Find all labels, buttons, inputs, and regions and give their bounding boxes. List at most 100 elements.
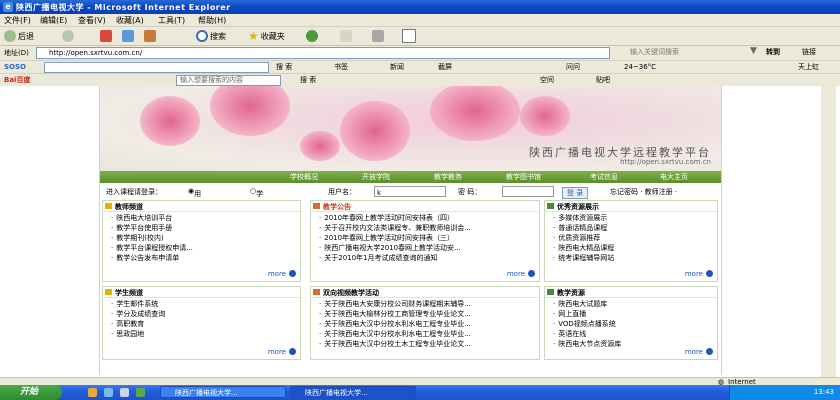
list-item[interactable]: 关于陕西电大安康分校公司财务课程期末辅导...: [319, 299, 471, 309]
list-item[interactable]: 关于召开校内文法类课程专、兼职教师培训会...: [319, 223, 471, 233]
favorites-button[interactable]: ★ 收藏夹: [248, 29, 285, 43]
search-dropdown-icon[interactable]: ▼: [750, 47, 757, 56]
more-link[interactable]: more: [685, 348, 703, 356]
list-item[interactable]: 网上直播: [553, 309, 621, 319]
login-links[interactable]: 忘记密码 · 教师注册 ·: [610, 187, 677, 197]
quicklaunch-ie-icon[interactable]: [104, 388, 113, 397]
list-item[interactable]: 教学平台使用手册: [111, 223, 193, 233]
list-item[interactable]: 优质资源推荐: [553, 233, 614, 243]
taskbar-window-2[interactable]: 陕西广播电视大学...: [290, 386, 416, 398]
home-button[interactable]: [144, 29, 156, 43]
login-option-username[interactable]: ◉用户名登录: [188, 187, 201, 238]
taskbar-window-1[interactable]: 陕西广播电视大学...: [160, 386, 286, 398]
ie-icon: e: [3, 2, 13, 12]
vertical-scrollbar[interactable]: [821, 86, 836, 377]
address-url: http://open.sxrtvu.com.cn/: [49, 49, 143, 57]
address-input[interactable]: http://open.sxrtvu.com.cn/: [36, 47, 610, 59]
more-link[interactable]: more: [268, 348, 286, 356]
back-button[interactable]: 后退: [4, 29, 34, 43]
search-icon: [196, 30, 208, 42]
nav-school[interactable]: 学校概况: [290, 172, 318, 182]
list-item[interactable]: 关于陕西电大榆林分校工商管理专业毕业论文...: [319, 309, 471, 319]
nav-library[interactable]: 教学图书馆: [506, 172, 541, 182]
list-item[interactable]: VOD视频点播系统: [553, 319, 621, 329]
list-item[interactable]: 教学期刊(校内): [111, 233, 193, 243]
list-item[interactable]: 普通话精品课程: [553, 223, 614, 233]
resource-icon: [547, 289, 554, 295]
go-button[interactable]: 转到: [766, 47, 780, 57]
nav-open-college[interactable]: 开放学院: [362, 172, 390, 182]
links-button[interactable]: 链接: [802, 47, 816, 57]
notice-icon: [313, 203, 320, 209]
quicklaunch-media-icon[interactable]: [136, 388, 145, 397]
start-button[interactable]: 开始: [0, 385, 62, 400]
forward-button[interactable]: [62, 29, 74, 43]
stop-button[interactable]: [100, 29, 112, 43]
folder-icon: [105, 203, 112, 209]
menu-view[interactable]: 查看(V): [78, 15, 106, 26]
menu-file[interactable]: 文件(F): [4, 15, 31, 26]
forward-arrow-icon: [62, 30, 74, 42]
baidu-space[interactable]: 空间: [540, 75, 554, 85]
username-label: 用户名：: [328, 188, 356, 196]
username-input[interactable]: k: [374, 186, 446, 197]
list-item[interactable]: 关于陕西电大汉中分校土木工程专业毕业论文...: [319, 339, 471, 349]
menu-tools[interactable]: 工具(T): [158, 15, 185, 26]
print-button[interactable]: [372, 29, 384, 43]
baidu-search-button[interactable]: 搜 索: [300, 75, 316, 85]
menu-favorites[interactable]: 收藏(A): [116, 15, 144, 26]
soso-news[interactable]: 新闻: [390, 62, 404, 72]
list-item[interactable]: 2010年春网上教学活动时间安排表（四）: [319, 213, 471, 223]
nav-rtvu-home[interactable]: 电大主页: [660, 172, 688, 182]
address-bar: 地址(D) http://open.sxrtvu.com.cn/ 输入关键词搜索…: [0, 46, 840, 59]
list-item[interactable]: 陕西广播电视大学2010春网上教学活动安...: [319, 243, 471, 253]
list-item[interactable]: 高职教育: [111, 319, 165, 329]
refresh-button[interactable]: [122, 29, 134, 43]
list-item[interactable]: 英语在线: [553, 329, 621, 339]
soso-rainbow[interactable]: 天上虹: [798, 62, 819, 72]
menu-help[interactable]: 帮助(H): [198, 15, 226, 26]
password-input[interactable]: [502, 186, 554, 197]
address-search-placeholder[interactable]: 输入关键词搜索: [630, 47, 679, 57]
media-icon: [306, 30, 318, 42]
login-option-studentid[interactable]: ○学号登录: [250, 187, 263, 228]
mail-button[interactable]: [340, 29, 352, 43]
list-item[interactable]: 统考课程辅导网站: [553, 253, 614, 263]
edit-button[interactable]: [402, 29, 416, 43]
nav-teaching[interactable]: 教学教务: [434, 172, 462, 182]
list-item[interactable]: 陕西电大培训平台: [111, 213, 193, 223]
show-desktop-icon[interactable]: [120, 388, 129, 397]
more-link[interactable]: more: [268, 270, 286, 278]
list-item[interactable]: 学生邮件系统: [111, 299, 165, 309]
list-item[interactable]: 关于2010年1月考试成绩查询的通知: [319, 253, 471, 263]
menu-edit[interactable]: 编辑(E): [40, 15, 67, 26]
more-link[interactable]: more: [507, 270, 525, 278]
login-button[interactable]: 登 录: [562, 187, 589, 199]
search-button[interactable]: 搜索: [196, 29, 226, 43]
more-link[interactable]: more: [685, 270, 703, 278]
soso-ask[interactable]: 问问: [566, 62, 580, 72]
list-item[interactable]: 关于陕西电大汉中分校水利水电工程专业毕业...: [319, 329, 471, 339]
list-item[interactable]: 陕西电大节点资源库: [553, 339, 621, 349]
soso-search-button[interactable]: 搜 索: [276, 62, 292, 72]
list-item[interactable]: 学分及成绩查询: [111, 309, 165, 319]
list-item[interactable]: 多媒体资源展示: [553, 213, 614, 223]
quicklaunch-icon[interactable]: [88, 388, 97, 397]
list-item[interactable]: 关于陕西电大汉中分校水利水电工程专业毕业...: [319, 319, 471, 329]
list-item[interactable]: 陕西电大试题库: [553, 299, 621, 309]
printer-icon: [372, 30, 384, 42]
notice-panel: 教学公告 2010年春网上教学活动时间安排表（四） 关于召开校内文法类课程专、兼…: [310, 200, 540, 282]
soso-search-input[interactable]: [44, 62, 269, 73]
soso-bookmark[interactable]: 书签: [334, 62, 348, 72]
list-item[interactable]: 陕西电大精品课程: [553, 243, 614, 253]
window-title: 陕西广播电视大学 - Microsoft Internet Explorer: [16, 3, 231, 12]
media-button[interactable]: [306, 29, 318, 43]
list-item[interactable]: 2010年春网上教学活动时间安排表（三）: [319, 233, 471, 243]
soso-screenshot[interactable]: 截屏: [438, 62, 452, 72]
baidu-search-input[interactable]: 输入想要搜索的内容: [176, 75, 281, 86]
list-item[interactable]: 教学公告发布申请单: [111, 253, 193, 263]
nav-exam[interactable]: 考试信息: [590, 172, 618, 182]
baidu-tieba[interactable]: 贴吧: [596, 75, 610, 85]
list-item[interactable]: 教学平台课程授权申请...: [111, 243, 193, 253]
list-item[interactable]: 思政园地: [111, 329, 165, 339]
